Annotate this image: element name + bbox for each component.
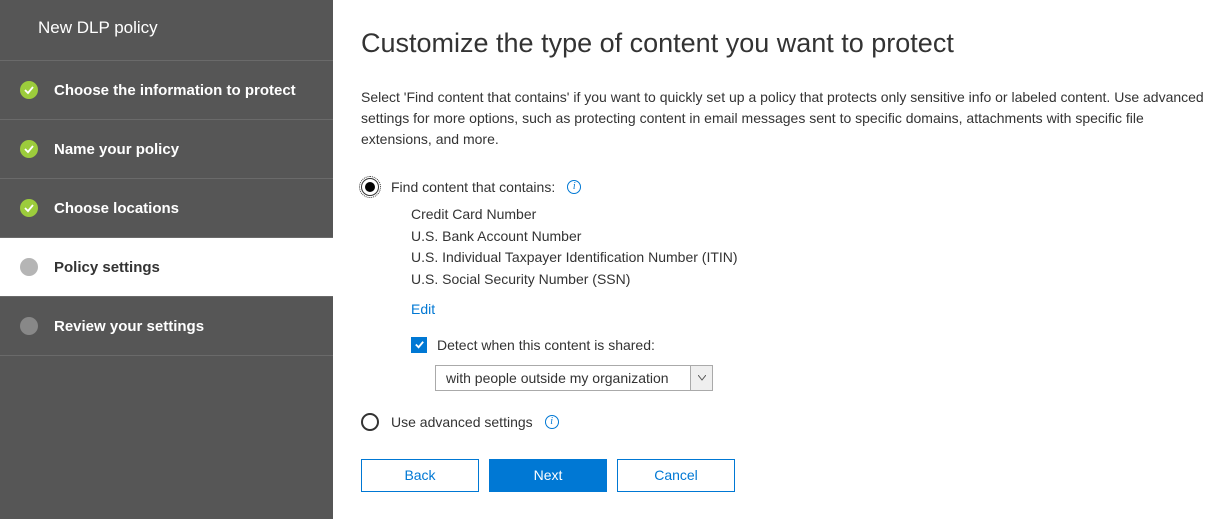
list-item: U.S. Individual Taxpayer Identification … [411,247,1211,269]
step-name-policy[interactable]: Name your policy [0,120,333,179]
radio-icon [361,413,379,431]
list-item: U.S. Bank Account Number [411,226,1211,248]
check-circle-icon [20,140,38,158]
step-choose-locations[interactable]: Choose locations [0,179,333,238]
edit-link[interactable]: Edit [411,301,435,317]
radio-label: Find content that contains: [391,179,555,195]
cancel-button[interactable]: Cancel [617,459,735,492]
step-label: Policy settings [54,259,160,276]
step-label: Choose the information to protect [54,82,296,99]
step-dot-icon [20,317,38,335]
wizard-sidebar: New DLP policy Choose the information to… [0,0,333,519]
radio-find-content[interactable]: Find content that contains: i [361,178,1211,196]
radio-advanced-settings[interactable]: Use advanced settings i [361,413,1211,431]
wizard-buttons: Back Next Cancel [361,459,1211,492]
select-value: with people outside my organization [436,370,690,386]
step-label: Choose locations [54,200,179,217]
radio-label: Use advanced settings [391,414,533,430]
page-title: Customize the type of content you want t… [361,28,1211,59]
share-scope-select[interactable]: with people outside my organization [435,365,713,391]
step-dot-icon [20,258,38,276]
list-item: U.S. Social Security Number (SSN) [411,269,1211,291]
step-review-settings[interactable]: Review your settings [0,297,333,356]
sensitive-info-list: Credit Card Number U.S. Bank Account Num… [411,204,1211,331]
step-choose-info[interactable]: Choose the information to protect [0,61,333,120]
page-description: Select 'Find content that contains' if y… [361,87,1211,150]
sidebar-title: New DLP policy [0,0,333,61]
list-item: Credit Card Number [411,204,1211,226]
checkbox-label: Detect when this content is shared: [437,337,655,353]
step-policy-settings[interactable]: Policy settings [0,238,333,297]
chevron-down-icon [690,366,712,390]
step-label: Review your settings [54,318,204,335]
step-label: Name your policy [54,141,179,158]
checkbox-checked-icon [411,337,427,353]
next-button[interactable]: Next [489,459,607,492]
info-icon[interactable]: i [567,180,581,194]
detect-shared-checkbox[interactable]: Detect when this content is shared: [411,337,1211,353]
info-icon[interactable]: i [545,415,559,429]
check-circle-icon [20,199,38,217]
main-panel: Customize the type of content you want t… [333,0,1219,519]
check-circle-icon [20,81,38,99]
back-button[interactable]: Back [361,459,479,492]
radio-icon [361,178,379,196]
